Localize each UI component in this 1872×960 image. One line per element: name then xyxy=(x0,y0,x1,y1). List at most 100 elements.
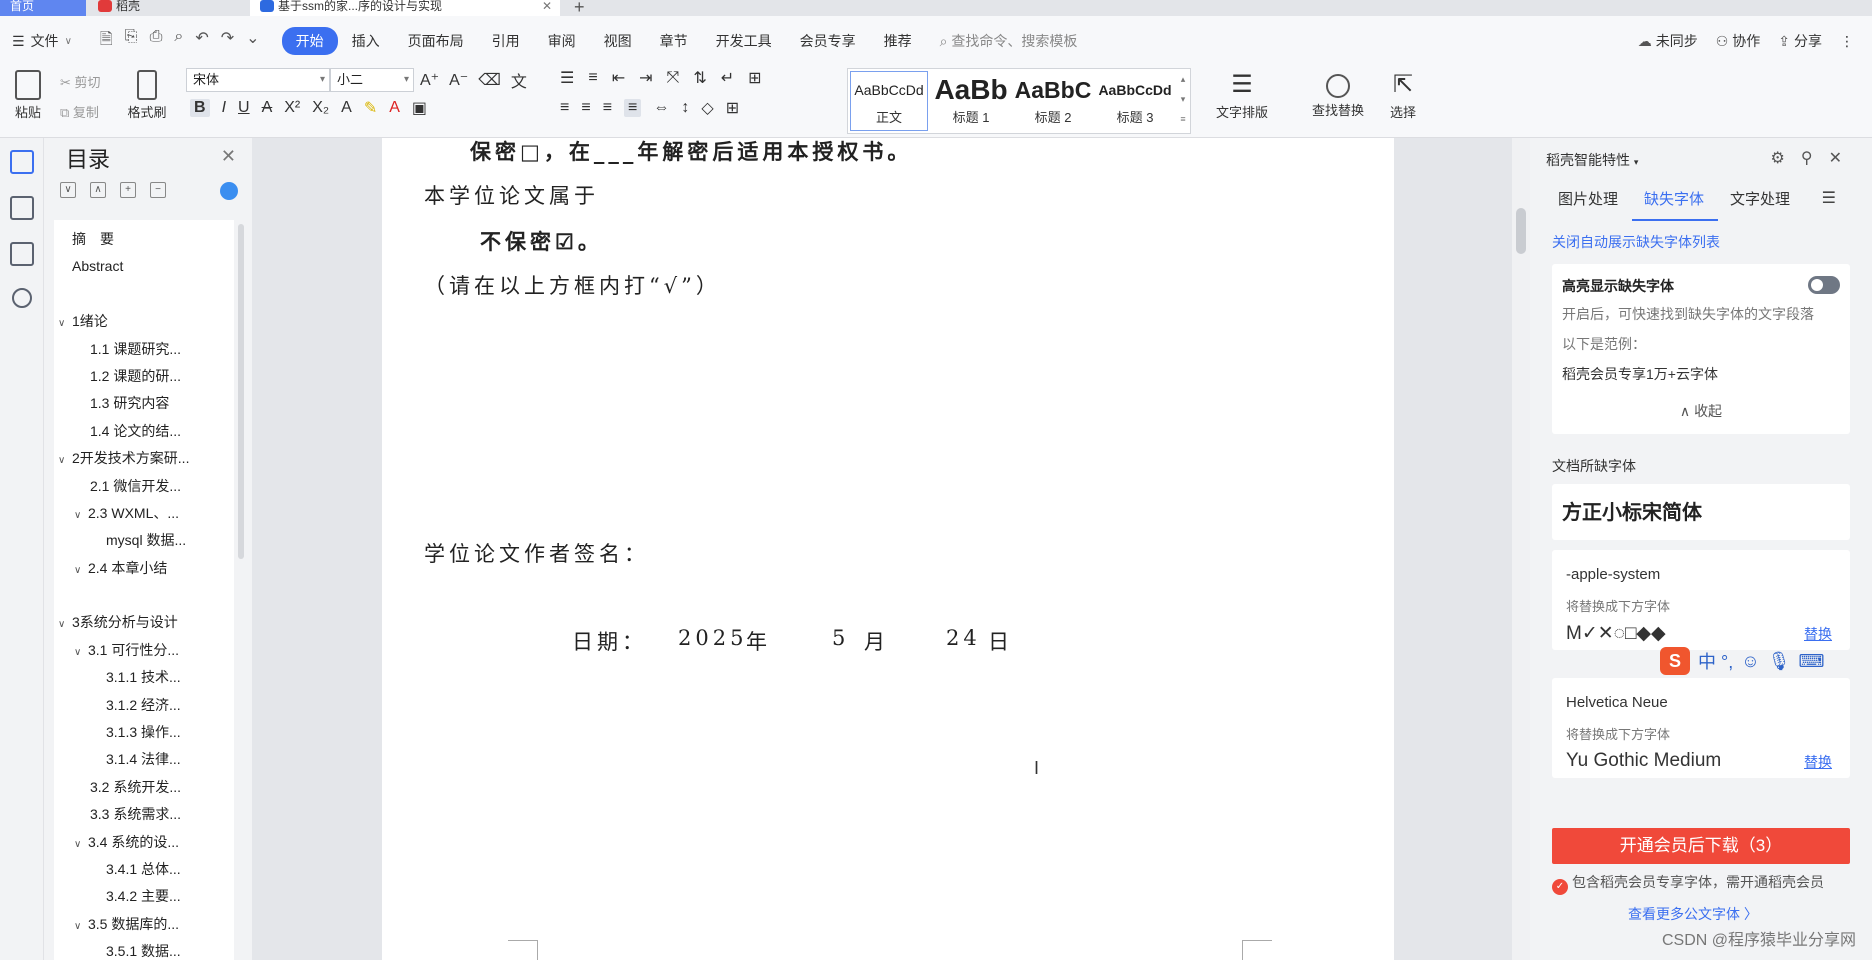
toc-item[interactable]: 1.1 课题研究... xyxy=(54,336,234,363)
ime-toolbar[interactable]: S 中 °, ☺ 🎙 ⌨ xyxy=(1660,646,1860,676)
preview-icon[interactable]: ⌕ xyxy=(174,28,183,55)
document-scrollbar[interactable] xyxy=(1512,138,1530,960)
font-color-icon[interactable]: A xyxy=(389,99,400,117)
close-icon[interactable]: ✕ xyxy=(221,146,236,167)
clear-format-icon[interactable]: ⌫ xyxy=(478,70,501,90)
copy-button[interactable]: ⧉ 复制 xyxy=(60,102,99,121)
export-icon[interactable]: ⎘ xyxy=(125,28,138,55)
toc-item[interactable]: ∨ 2开发技术方案研... xyxy=(54,445,234,472)
close-icon[interactable]: ✕ xyxy=(1829,148,1842,168)
toc-scrollbar[interactable] xyxy=(238,224,244,559)
highlight-icon[interactable]: ✎ xyxy=(364,98,377,118)
chevron-down-icon[interactable]: ∨ xyxy=(58,611,72,636)
tab-page-layout[interactable]: 页面布局 xyxy=(394,27,478,55)
collapse-icon[interactable]: ∧ xyxy=(90,182,106,198)
toc-item[interactable]: ∨ 3.5 数据库的... xyxy=(54,911,234,938)
toc-item[interactable]: mysql 数据... xyxy=(54,527,234,554)
sort-icon[interactable]: ⇅ xyxy=(693,68,706,88)
find-replace-button[interactable]: 查找替换 xyxy=(1302,70,1374,119)
add-heading-icon[interactable]: + xyxy=(120,182,136,198)
toc-item[interactable]: 3.4.1 总体... xyxy=(54,856,234,883)
style-heading-2[interactable]: AaBbC 标题 2 xyxy=(1012,69,1094,133)
align-center-icon[interactable]: ≡ xyxy=(581,99,590,117)
highlight-toggle[interactable] xyxy=(1808,276,1840,294)
style-heading-1[interactable]: AaBb 标题 1 xyxy=(930,69,1012,133)
document-page[interactable]: 保密□，在___年解密后适用本授权书。 本学位论文属于 不保密☑。 （请在以上方… xyxy=(382,138,1394,960)
tab-chapter[interactable]: 章节 xyxy=(646,27,702,55)
chinese-layout-icon[interactable]: ⤧ xyxy=(667,69,680,87)
phonetic-icon[interactable]: 文 xyxy=(511,68,527,92)
tab-document[interactable]: 基于ssm的家...序的设计与实现 ✕ xyxy=(250,0,560,16)
bold-icon[interactable]: B xyxy=(190,99,210,117)
show-marks-icon[interactable]: ↵ xyxy=(721,68,734,88)
menu-icon[interactable]: ☰ xyxy=(1822,188,1836,208)
text-effect-icon[interactable]: A xyxy=(341,99,352,117)
toc-item[interactable]: 1.2 课题的研... xyxy=(54,363,234,390)
font-name-select[interactable]: 宋体 ▾ xyxy=(186,68,330,92)
italic-icon[interactable]: I xyxy=(222,99,226,117)
redo-icon[interactable]: ↷ xyxy=(221,28,234,55)
mic-icon[interactable]: 🎙 xyxy=(1768,651,1791,672)
chevron-down-icon[interactable]: ∨ xyxy=(58,447,72,472)
replace-link[interactable]: 替换 xyxy=(1804,624,1832,644)
toc-item[interactable]: 3.1.3 操作... xyxy=(54,719,234,746)
toc-item[interactable]: 1.3 研究内容 xyxy=(54,390,234,417)
text-layout-button[interactable]: ☰ 文字排版 xyxy=(1206,70,1278,121)
bullet-list-icon[interactable]: ☰ xyxy=(560,68,574,88)
tab-start[interactable]: 开始 xyxy=(281,27,338,55)
tab-recommend[interactable]: 推荐 xyxy=(870,27,926,55)
tab-references[interactable]: 引用 xyxy=(478,27,534,55)
emoji-icon[interactable]: ☺ xyxy=(1741,651,1759,672)
tab-review[interactable]: 审阅 xyxy=(534,27,590,55)
settings-icon[interactable]: ⚙ xyxy=(1771,148,1785,168)
decrease-indent-icon[interactable]: ⇤ xyxy=(612,68,625,88)
shrink-font-icon[interactable]: A⁻ xyxy=(449,70,468,90)
strikethrough-icon[interactable]: A xyxy=(262,99,273,117)
format-painter-button[interactable]: 格式刷 xyxy=(122,70,172,121)
style-gallery-scroll[interactable]: ▴ ▾ ≡ xyxy=(1176,69,1190,133)
close-auto-show-link[interactable]: 关闭自动展示缺失字体列表 xyxy=(1552,232,1720,252)
cut-button[interactable]: ✂ 剪切 xyxy=(60,72,101,91)
numbered-list-icon[interactable]: ≡ xyxy=(588,69,597,87)
undo-icon[interactable]: ↶ xyxy=(195,28,208,55)
tab-stops-icon[interactable]: ⊞ xyxy=(748,68,761,88)
panel-title[interactable]: 稻壳智能特性 ▾ xyxy=(1546,150,1638,170)
increase-indent-icon[interactable]: ⇥ xyxy=(639,68,652,88)
smart-toc-icon[interactable] xyxy=(220,182,238,200)
chevron-down-icon[interactable]: ∨ xyxy=(74,502,88,527)
grow-font-icon[interactable]: A⁺ xyxy=(420,70,439,90)
toc-item[interactable]: ∨ 1绪论 xyxy=(54,308,234,335)
keyboard-icon[interactable]: ⌨ xyxy=(1798,651,1824,672)
toc-item[interactable]: Abstract xyxy=(54,253,234,280)
toc-item[interactable]: 3.4.2 主要... xyxy=(54,883,234,910)
style-normal[interactable]: AaBbCcDd 正文 xyxy=(848,69,930,133)
member-download-button[interactable]: 开通会员后下载（3） xyxy=(1552,828,1850,864)
toc-item[interactable]: ∨ 2.4 本章小结 xyxy=(54,555,234,582)
line-spacing-icon[interactable]: ↕ xyxy=(681,99,689,117)
toc-item[interactable]: ∨ 3.4 系统的设... xyxy=(54,829,234,856)
expand-icon[interactable]: ∨ xyxy=(60,182,76,198)
print-icon[interactable]: ⎙ xyxy=(150,28,163,55)
justify-icon[interactable]: ≡ xyxy=(624,99,642,117)
command-search[interactable]: ⌕ 查找命令、搜索模板 xyxy=(940,31,1078,51)
toc-item[interactable]: 2.1 微信开发... xyxy=(54,473,234,500)
tab-text-processing[interactable]: 文字处理 xyxy=(1718,188,1804,221)
toc-item[interactable]: 3.1.2 经济... xyxy=(54,692,234,719)
sync-button[interactable]: ☁ 未同步 xyxy=(1638,31,1698,51)
collapse-button[interactable]: ∧ 收起 xyxy=(1552,401,1850,421)
toc-item[interactable]: 3.1.4 法律... xyxy=(54,746,234,773)
toc-item[interactable]: 3.2 系统开发... xyxy=(54,774,234,801)
bookmark-icon[interactable] xyxy=(9,242,34,266)
pin-icon[interactable]: ⚲ xyxy=(1801,148,1813,168)
chevron-down-icon[interactable]: ∨ xyxy=(74,557,88,582)
shading-icon[interactable]: ◇ xyxy=(701,98,713,118)
toc-item[interactable]: 摘 要 xyxy=(54,226,234,253)
underline-icon[interactable]: U xyxy=(238,99,250,117)
superscript-icon[interactable]: X² xyxy=(284,99,300,117)
tab-missing-fonts[interactable]: 缺失字体 xyxy=(1632,188,1719,221)
paste-button[interactable]: 粘贴 xyxy=(8,70,48,121)
tab-home[interactable]: 首页 xyxy=(0,0,86,16)
chevron-down-icon[interactable]: ∨ xyxy=(58,310,72,335)
char-border-icon[interactable]: ▣ xyxy=(412,98,427,118)
align-right-icon[interactable]: ≡ xyxy=(603,99,612,117)
